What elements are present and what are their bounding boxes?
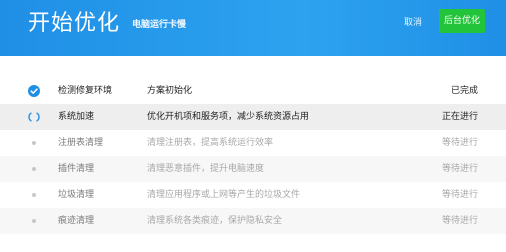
task-description: 优化开机项和服务项，减少系统资源占用 [147, 112, 310, 122]
task-row-junk-clean: 垃圾清理 清理应用程序或上网等产生的垃圾文件 等待进行 [0, 182, 506, 208]
task-name: 插件清理 [58, 164, 95, 174]
task-status: 等待进行 [441, 138, 478, 148]
dot-icon [28, 215, 40, 227]
task-status: 等待进行 [441, 164, 478, 174]
task-name: 垃圾清理 [58, 190, 95, 200]
task-row-plugin-clean: 插件清理 清理恶意插件，提升电脑速度 等待进行 [0, 156, 506, 182]
task-list: 检测修复环境 方案初始化 已完成 系统加速 优化开机项和服务项，减少系统资源占用… [0, 78, 506, 234]
task-name: 系统加速 [58, 112, 95, 122]
dot-icon [28, 137, 40, 149]
task-row-system-speedup: 系统加速 优化开机项和服务项，减少系统资源占用 正在进行 [0, 104, 506, 130]
task-description: 清理注册表，提高系统运行效率 [147, 138, 274, 148]
task-name: 注册表清理 [58, 138, 104, 148]
optimizer-window: 开始优化 电脑运行卡慢 取消 后台优化 检测修复环境 方案初始化 已完成 系统加… [0, 0, 506, 252]
task-name: 痕迹清理 [58, 216, 95, 226]
task-status: 等待进行 [441, 216, 478, 226]
cancel-button[interactable]: 取消 [404, 13, 422, 33]
page-subtitle: 电脑运行卡慢 [132, 20, 187, 30]
task-description: 清理应用程序或上网等产生的垃圾文件 [147, 190, 301, 200]
task-description: 清理恶意插件，提升电脑速度 [147, 164, 265, 174]
task-description: 清理系统各类痕迹，保护隐私安全 [147, 216, 283, 226]
task-row-check-repair-env: 检测修复环境 方案初始化 已完成 [0, 78, 506, 104]
task-description: 方案初始化 [147, 86, 193, 96]
task-row-trace-clean: 痕迹清理 清理系统各类痕迹，保护隐私安全 等待进行 [0, 208, 506, 234]
dot-icon [28, 163, 40, 175]
task-row-registry-clean: 注册表清理 清理注册表，提高系统运行效率 等待进行 [0, 130, 506, 156]
dot-icon [28, 189, 40, 201]
background-optimize-button[interactable]: 后台优化 [439, 9, 485, 33]
spinner-icon [28, 111, 40, 123]
task-status: 已完成 [450, 86, 478, 96]
check-circle-icon [28, 85, 40, 97]
task-status: 等待进行 [441, 190, 478, 200]
page-title: 开始优化 [28, 11, 121, 36]
task-status: 正在进行 [441, 112, 478, 122]
header-bar: 开始优化 电脑运行卡慢 取消 后台优化 [0, 0, 506, 56]
task-name: 检测修复环境 [58, 86, 113, 96]
